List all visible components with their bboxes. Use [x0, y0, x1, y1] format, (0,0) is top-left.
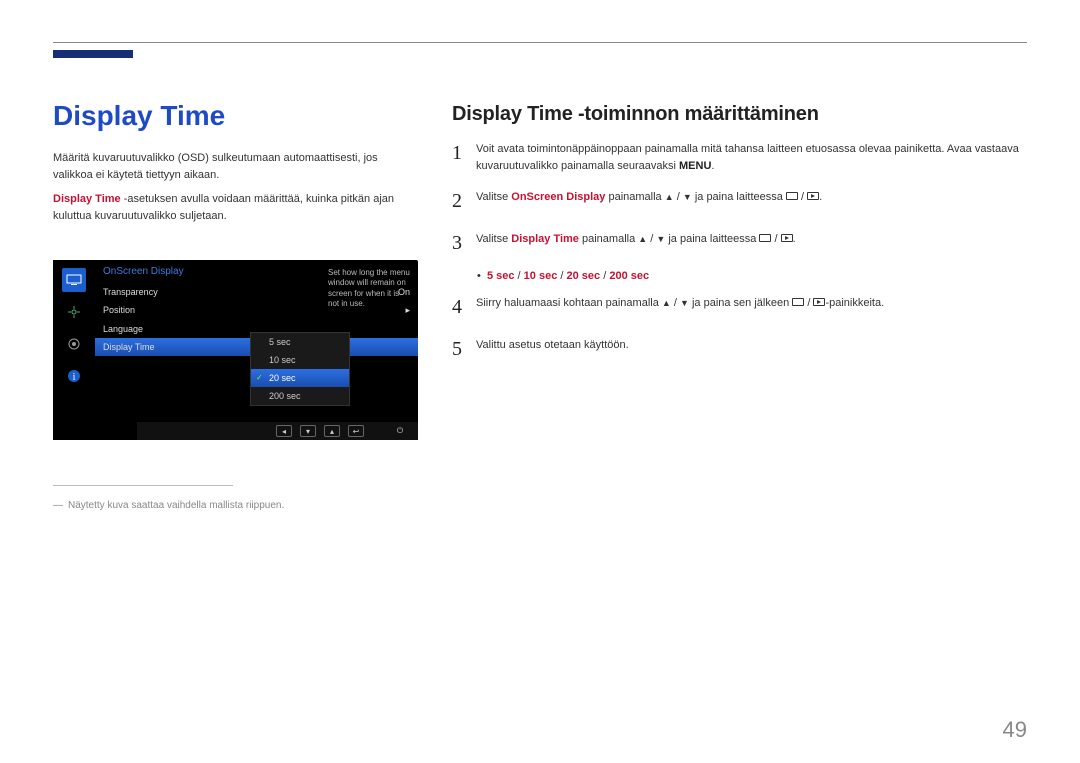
rect-icon: [792, 298, 804, 306]
header-accent: [53, 50, 133, 58]
step-number: 5: [452, 334, 476, 364]
play-icon: [781, 234, 793, 242]
page-number: 49: [1003, 717, 1027, 743]
step-4: 4 Siirry haluamaasi kohtaan painamalla ▲…: [452, 292, 1027, 322]
osd-bottom-bar: ◂ ▾ ▴ ↩ ⏻: [137, 422, 418, 440]
play-icon: [813, 298, 825, 306]
down-icon: ▼: [656, 234, 665, 244]
intro-highlight: Display Time: [53, 193, 121, 205]
info-icon: i: [62, 364, 86, 388]
highlight-onscreen: OnScreen Display: [511, 191, 605, 203]
nav-left-icon: ◂: [276, 425, 292, 437]
step-number: 3: [452, 228, 476, 258]
page-title: Display Time: [53, 100, 225, 132]
gear-icon: [62, 332, 86, 356]
step-text: Valittu asetus otetaan käyttöön.: [476, 334, 1027, 364]
osd-popup: 5 sec 10 sec 20 sec 200 sec: [250, 332, 350, 406]
down-icon: ▼: [680, 298, 689, 308]
step-3: 3 Valitse Display Time painamalla ▲ / ▼ …: [452, 228, 1027, 258]
step-text: Voit avata toimintonäppäinoppaan painama…: [476, 138, 1027, 174]
popup-item-10sec: 10 sec: [251, 351, 349, 369]
options-line: • 5 sec / 10 sec / 20 sec / 200 sec: [477, 270, 1027, 282]
popup-item-20sec: 20 sec: [251, 369, 349, 387]
popup-item-5sec: 5 sec: [251, 333, 349, 351]
step-5: 5 Valittu asetus otetaan käyttöön.: [452, 334, 1027, 364]
header-rule: [53, 42, 1027, 43]
rect-icon: [786, 192, 798, 200]
step-text: Valitse Display Time painamalla ▲ / ▼ ja…: [476, 228, 1027, 258]
highlight-displaytime: Display Time: [511, 233, 579, 245]
monitor-icon: [62, 268, 86, 292]
footnote-dash: ―: [53, 500, 63, 511]
arrows-icon: [62, 300, 86, 324]
power-icon: ⏻: [392, 425, 408, 437]
popup-item-200sec: 200 sec: [251, 387, 349, 405]
down-icon: ▼: [683, 192, 692, 202]
intro-text: Määritä kuvaruutuvalikko (OSD) sulkeutum…: [53, 150, 413, 232]
up-icon: ▲: [662, 298, 671, 308]
step-1: 1 Voit avata toimintonäppäinoppaan paina…: [452, 138, 1027, 174]
up-icon: ▲: [665, 192, 674, 202]
nav-return-icon: ↩: [348, 425, 364, 437]
play-icon: [807, 192, 819, 200]
step-number: 1: [452, 138, 476, 174]
footnote-text: Näytetty kuva saattaa vaihdella mallista…: [68, 500, 284, 511]
step-text: Siirry haluamaasi kohtaan painamalla ▲ /…: [476, 292, 1027, 322]
rect-icon: [759, 234, 771, 242]
steps-list: 1 Voit avata toimintonäppäinoppaan paina…: [452, 138, 1027, 376]
nav-up-icon: ▴: [324, 425, 340, 437]
osd-hint: Set how long the menu window will remain…: [324, 264, 414, 314]
osd-content: OnScreen Display TransparencyOn Position…: [95, 260, 418, 440]
intro-paragraph-2: Display Time -asetuksen avulla voidaan m…: [53, 191, 413, 224]
footnote-rule: [53, 485, 233, 486]
nav-down-icon: ▾: [300, 425, 316, 437]
menu-label: MENU: [679, 160, 711, 172]
section-title: Display Time -toiminnon määrittäminen: [452, 103, 819, 126]
svg-text:i: i: [73, 372, 76, 383]
up-icon: ▲: [638, 234, 647, 244]
osd-sidebar: i: [53, 260, 95, 440]
step-2: 2 Valitse OnScreen Display painamalla ▲ …: [452, 186, 1027, 216]
step-number: 4: [452, 292, 476, 322]
step-number: 2: [452, 186, 476, 216]
step-text: Valitse OnScreen Display painamalla ▲ / …: [476, 186, 1027, 216]
intro-paragraph-1: Määritä kuvaruutuvalikko (OSD) sulkeutum…: [53, 150, 413, 183]
osd-screenshot: i OnScreen Display TransparencyOn Positi…: [53, 260, 418, 440]
